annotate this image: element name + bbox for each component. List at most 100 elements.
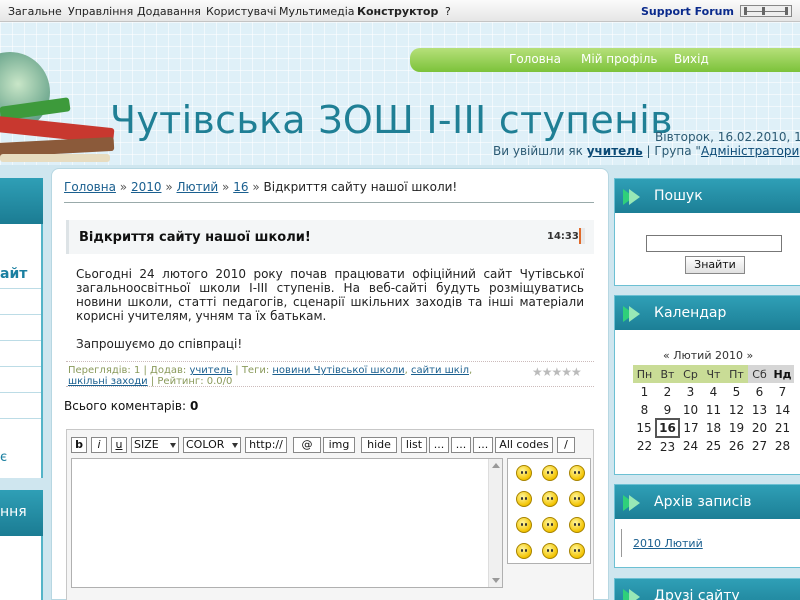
breadcrumb-home[interactable]: Головна: [64, 180, 116, 194]
calendar-day[interactable]: 23: [656, 437, 679, 455]
calendar-day[interactable]: 28: [771, 437, 794, 455]
scroll-up-icon[interactable]: [492, 463, 500, 468]
calendar-day[interactable]: 13: [748, 401, 771, 419]
more-button-3[interactable]: ...: [473, 437, 493, 453]
calendar-day[interactable]: 27: [748, 437, 771, 455]
calendar-week: 22 23 24 25 26 27 28: [633, 437, 794, 455]
user-link[interactable]: учитель: [587, 144, 643, 158]
slider-knob-right[interactable]: [785, 7, 788, 15]
calendar-day[interactable]: 6: [748, 383, 771, 401]
calendar-day[interactable]: 20: [748, 419, 771, 437]
color-select[interactable]: COLOR: [183, 437, 241, 453]
scroll-down-icon[interactable]: [492, 578, 500, 583]
calendar-day[interactable]: 19: [725, 419, 748, 437]
calendar-next[interactable]: »: [746, 349, 753, 362]
textarea-scrollbar[interactable]: [488, 459, 502, 587]
admin-menu-constructor[interactable]: Конструктор: [357, 5, 438, 18]
friends-box-title: Друзі сайту: [654, 588, 740, 600]
admin-menu-management[interactable]: Управління: [68, 5, 133, 18]
calendar-day[interactable]: 10: [679, 401, 702, 419]
comments-count: Всього коментарів: 0: [64, 399, 199, 413]
breadcrumb-day[interactable]: 16: [233, 180, 248, 194]
post-edit-icon[interactable]: [579, 228, 585, 244]
calendar-day[interactable]: 18: [702, 419, 725, 437]
email-button[interactable]: @: [293, 437, 321, 453]
slider-knob-left[interactable]: [744, 7, 747, 15]
url-button[interactable]: http://: [245, 437, 287, 453]
more-button-1[interactable]: ...: [429, 437, 449, 453]
tag-link[interactable]: сайти шкіл: [411, 365, 469, 376]
calendar-day[interactable]: 11: [702, 401, 725, 419]
smile-icon[interactable]: [569, 517, 585, 533]
archive-link[interactable]: 2010 Лютий: [633, 537, 703, 550]
search-input[interactable]: [646, 235, 782, 252]
left-menu-item-fragment-2[interactable]: є: [0, 450, 7, 465]
search-button[interactable]: Знайти: [685, 256, 745, 274]
smile-icon[interactable]: [569, 543, 585, 559]
calendar-day[interactable]: 4: [702, 383, 725, 401]
comment-textarea[interactable]: [71, 458, 503, 588]
admin-menu-help[interactable]: ?: [445, 5, 451, 18]
size-select[interactable]: SIZE: [131, 437, 179, 453]
post-header: Відкриття сайту нашої школи! 14:33: [66, 220, 594, 254]
smile-icon[interactable]: [569, 491, 585, 507]
slider-knob-middle[interactable]: [762, 7, 765, 15]
calendar-day[interactable]: 25: [702, 437, 725, 455]
admin-menu-add[interactable]: Додавання: [137, 5, 201, 18]
calendar-month-label: Лютий 2010: [673, 349, 743, 362]
calendar-day[interactable]: 22: [633, 437, 656, 455]
admin-menu-users[interactable]: Користувачі: [206, 5, 276, 18]
calendar-day[interactable]: 3: [679, 383, 702, 401]
list-button[interactable]: list: [401, 437, 427, 453]
underline-button[interactable]: u: [111, 437, 127, 453]
archive-box-title: Архів записів: [654, 494, 752, 510]
calendar-day[interactable]: 17: [679, 419, 702, 437]
tag-link[interactable]: новини Чутівської школи: [272, 365, 404, 376]
nav-logout[interactable]: Вихід: [674, 52, 709, 66]
smile-icon[interactable]: [516, 491, 532, 507]
support-forum-link[interactable]: Support Forum: [641, 5, 734, 18]
close-tag-button[interactable]: /: [557, 437, 575, 453]
calendar-day[interactable]: 7: [771, 383, 794, 401]
smile-icon[interactable]: [516, 517, 532, 533]
nav-home[interactable]: Головна: [509, 52, 561, 66]
more-button-2[interactable]: ...: [451, 437, 471, 453]
login-line: Ви увійшли як учитель | Група "Адміністр…: [493, 144, 800, 158]
calendar-day[interactable]: 12: [725, 401, 748, 419]
author-link[interactable]: учитель: [189, 365, 232, 376]
admin-menu-multimedia[interactable]: Мультимедіа: [279, 5, 355, 18]
calendar-day[interactable]: 24: [679, 437, 702, 455]
calendar-day[interactable]: 26: [725, 437, 748, 455]
smile-icon[interactable]: [516, 543, 532, 559]
bold-button[interactable]: b: [71, 437, 87, 453]
nav-my-profile[interactable]: Мій профіль: [581, 52, 657, 66]
calendar-day[interactable]: 14: [771, 401, 794, 419]
breadcrumb-month[interactable]: Лютий: [177, 180, 219, 194]
all-codes-button[interactable]: All codes: [495, 437, 553, 453]
smile-icon[interactable]: [542, 543, 558, 559]
breadcrumb-year[interactable]: 2010: [131, 180, 162, 194]
hide-button[interactable]: hide: [361, 437, 397, 453]
rating-stars[interactable]: ★★★★★: [532, 365, 582, 379]
img-button[interactable]: img: [323, 437, 355, 453]
toolbar-slider[interactable]: [740, 5, 792, 17]
smile-icon[interactable]: [542, 491, 558, 507]
calendar-day[interactable]: 5: [725, 383, 748, 401]
left-menu-item-fragment[interactable]: айт: [0, 266, 27, 282]
calendar-day[interactable]: 1: [633, 383, 656, 401]
smile-icon[interactable]: [542, 465, 558, 481]
calendar-day-today[interactable]: 16: [655, 418, 680, 438]
tag-link[interactable]: шкільні заходи: [68, 376, 148, 387]
admin-menu-general[interactable]: Загальне: [8, 5, 62, 18]
calendar-prev[interactable]: «: [663, 349, 670, 362]
smile-icon[interactable]: [569, 465, 585, 481]
calendar-day[interactable]: 8: [633, 401, 656, 419]
smile-icon[interactable]: [516, 465, 532, 481]
italic-button[interactable]: i: [91, 437, 107, 453]
calendar-day[interactable]: 21: [771, 419, 794, 437]
calendar-day[interactable]: 15: [633, 419, 656, 437]
calendar-day[interactable]: 9: [656, 401, 679, 419]
smile-icon[interactable]: [542, 517, 558, 533]
group-link[interactable]: Адміністратори: [701, 144, 799, 158]
calendar-day[interactable]: 2: [656, 383, 679, 401]
